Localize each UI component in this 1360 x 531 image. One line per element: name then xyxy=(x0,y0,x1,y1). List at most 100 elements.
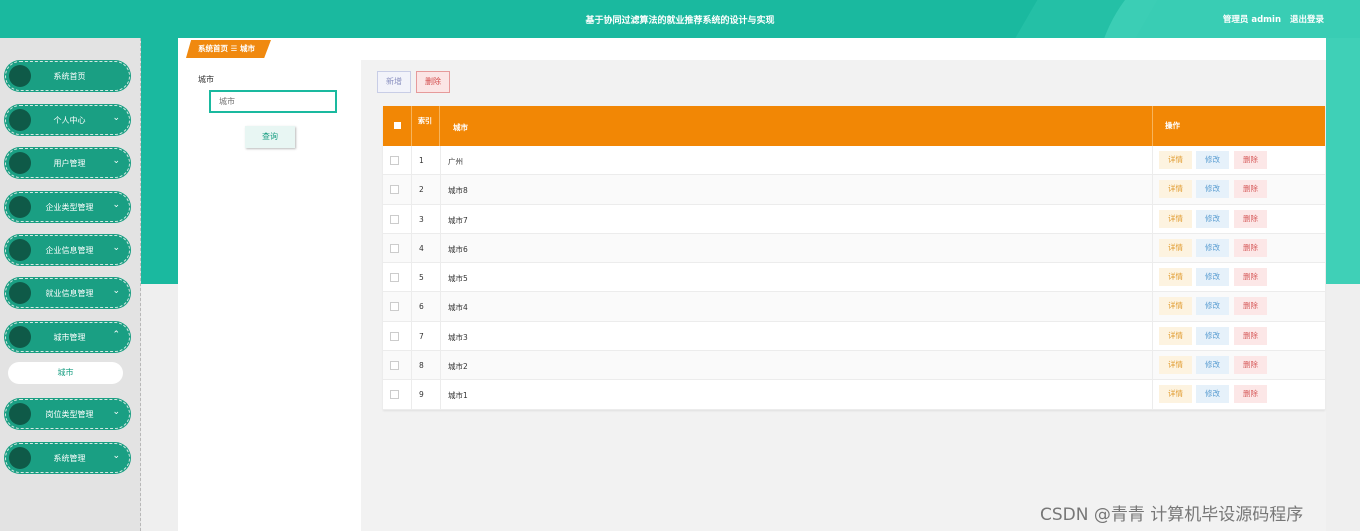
cell-divider xyxy=(1152,351,1153,380)
cell-divider xyxy=(1152,204,1153,233)
detail-button[interactable]: 详情 xyxy=(1159,209,1192,228)
edit-button[interactable]: 修改 xyxy=(1196,209,1229,228)
sidebar-item-employment-info[interactable]: 就业信息管理 ⌄ xyxy=(5,278,130,308)
sidebar-item-company-types[interactable]: 企业类型管理 ⌄ xyxy=(5,192,130,222)
sidebar-item-label: 系统首页 xyxy=(53,72,86,81)
select-all-checkbox[interactable] xyxy=(383,106,412,146)
row-city: 城市4 xyxy=(448,303,468,313)
detail-button[interactable]: 详情 xyxy=(1159,356,1192,375)
table-row: 8 城市2 详情 修改 删除 xyxy=(383,351,1325,381)
add-button[interactable]: 新增 xyxy=(377,71,411,93)
sidebar-item-label: 企业类型管理 xyxy=(45,203,94,212)
cell-divider xyxy=(440,233,441,263)
cell-divider xyxy=(411,233,412,263)
delete-button[interactable]: 删除 xyxy=(416,71,450,93)
row-delete-button[interactable]: 删除 xyxy=(1234,385,1267,404)
table-header: 索引 城市 操作 xyxy=(383,106,1325,146)
menu-icon: ☰ xyxy=(230,44,238,53)
cell-divider xyxy=(411,380,412,409)
logout-link[interactable]: 退出登录 xyxy=(1290,15,1324,25)
row-checkbox[interactable] xyxy=(390,390,399,400)
row-delete-button[interactable]: 删除 xyxy=(1234,180,1267,199)
menu-dot-icon xyxy=(9,447,31,469)
row-checkbox[interactable] xyxy=(390,214,399,224)
row-city: 广州 xyxy=(448,157,463,166)
sidebar-item-system[interactable]: 系统管理 ⌄ xyxy=(5,443,130,473)
detail-button[interactable]: 详情 xyxy=(1159,238,1192,257)
sidebar-item-profile[interactable]: 个人中心 ⌄ xyxy=(5,105,130,135)
list-panel: 新增 删除 索引 城市 操作 1 广州 详情 修改 删除 2 城市8 详情 修改 删除 3 城市7 详情… xyxy=(361,60,1326,531)
detail-button[interactable]: 详情 xyxy=(1159,297,1192,316)
menu-dot-icon xyxy=(9,152,31,174)
row-delete-button[interactable]: 删除 xyxy=(1234,151,1267,169)
chevron-down-icon: ⌄ xyxy=(112,243,120,253)
cell-divider xyxy=(440,351,441,380)
chevron-down-icon: ⌄ xyxy=(112,451,120,461)
row-city: 城市3 xyxy=(448,332,468,342)
sidebar-item-job-types[interactable]: 岗位类型管理 ⌄ xyxy=(5,399,130,429)
row-checkbox[interactable] xyxy=(390,331,399,341)
checkbox-icon xyxy=(394,122,401,129)
edit-button[interactable]: 修改 xyxy=(1196,385,1229,404)
row-index: 8 xyxy=(419,361,424,371)
detail-button[interactable]: 详情 xyxy=(1159,385,1192,404)
row-delete-button[interactable]: 删除 xyxy=(1234,268,1267,287)
menu-dot-icon xyxy=(9,282,31,304)
table-row: 6 城市4 详情 修改 删除 xyxy=(383,292,1325,322)
row-delete-button[interactable]: 删除 xyxy=(1234,356,1267,375)
row-checkbox[interactable] xyxy=(390,156,399,165)
row-checkbox[interactable] xyxy=(390,361,399,371)
user-area: 管理员 admin 退出登录 xyxy=(1217,13,1324,25)
column-header-city: 城市 xyxy=(453,123,468,132)
row-checkbox[interactable] xyxy=(390,243,399,253)
edit-button[interactable]: 修改 xyxy=(1196,238,1229,257)
sidebar-item-label: 用户管理 xyxy=(53,159,86,168)
city-search-input[interactable] xyxy=(209,90,337,113)
row-delete-button[interactable]: 删除 xyxy=(1234,297,1267,316)
row-checkbox[interactable] xyxy=(390,185,399,195)
sidebar-item-label: 个人中心 xyxy=(53,116,86,125)
detail-button[interactable]: 详情 xyxy=(1159,180,1192,199)
edit-button[interactable]: 修改 xyxy=(1196,180,1229,199)
edit-button[interactable]: 修改 xyxy=(1196,356,1229,375)
row-index: 9 xyxy=(419,390,424,400)
detail-button[interactable]: 详情 xyxy=(1159,151,1192,169)
row-delete-button[interactable]: 删除 xyxy=(1234,326,1267,345)
row-checkbox[interactable] xyxy=(390,273,399,283)
row-index: 4 xyxy=(419,243,424,253)
user-label: 管理员 admin xyxy=(1222,15,1282,25)
sidebar-item-home[interactable]: 系统首页 xyxy=(5,61,130,91)
cell-divider xyxy=(411,351,412,380)
sidebar-item-company-info[interactable]: 企业信息管理 ⌄ xyxy=(5,235,130,265)
chevron-down-icon: ⌄ xyxy=(112,407,120,417)
edit-button[interactable]: 修改 xyxy=(1196,297,1229,316)
breadcrumb-bar: 系统首页 ☰ 城市 xyxy=(178,38,1326,60)
cell-divider xyxy=(1152,146,1153,175)
column-header-actions: 操作 xyxy=(1152,106,1180,146)
sidebar-item-label: 就业信息管理 xyxy=(45,289,94,298)
sidebar-item-cities[interactable]: 城市管理 ⌃ xyxy=(5,322,130,352)
cell-divider xyxy=(1152,292,1153,321)
detail-button[interactable]: 详情 xyxy=(1159,268,1192,287)
breadcrumb-home[interactable]: 系统首页 xyxy=(198,44,228,53)
menu-dot-icon xyxy=(9,239,31,261)
sidebar-subitem-city[interactable]: 城市 xyxy=(8,362,123,384)
menu-dot-icon xyxy=(9,109,31,131)
sidebar-item-label: 岗位类型管理 xyxy=(45,410,94,419)
table-row: 4 城市6 详情 修改 删除 xyxy=(383,233,1325,264)
cell-divider xyxy=(1152,321,1153,351)
row-checkbox[interactable] xyxy=(390,302,399,312)
sidebar-item-label: 企业信息管理 xyxy=(45,246,94,255)
detail-button[interactable]: 详情 xyxy=(1159,326,1192,345)
edit-button[interactable]: 修改 xyxy=(1196,268,1229,287)
edit-button[interactable]: 修改 xyxy=(1196,326,1229,345)
query-button[interactable]: 查询 xyxy=(245,126,295,148)
cell-divider xyxy=(440,321,441,351)
chevron-down-icon: ⌄ xyxy=(112,113,120,123)
row-delete-button[interactable]: 删除 xyxy=(1234,238,1267,257)
row-city: 城市6 xyxy=(448,244,468,254)
edit-button[interactable]: 修改 xyxy=(1196,151,1229,169)
sidebar-item-users[interactable]: 用户管理 ⌄ xyxy=(5,148,130,178)
row-delete-button[interactable]: 删除 xyxy=(1234,209,1267,228)
table-row: 9 城市1 详情 修改 删除 xyxy=(383,380,1325,410)
